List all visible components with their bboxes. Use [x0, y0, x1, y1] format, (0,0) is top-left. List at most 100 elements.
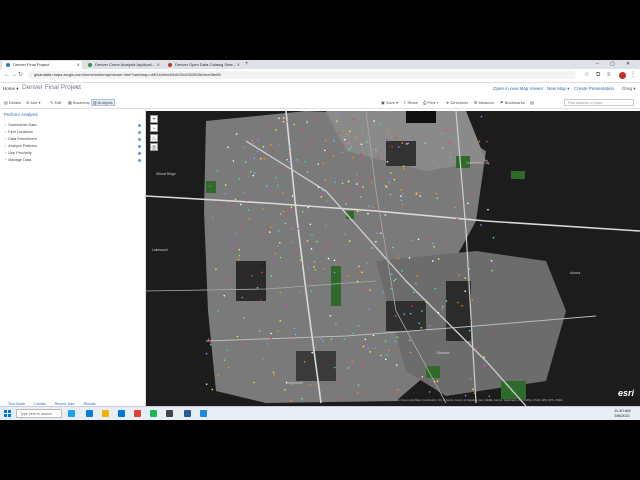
- crime-point[interactable]: [205, 383, 208, 385]
- crime-point[interactable]: [368, 205, 371, 208]
- crime-point[interactable]: [249, 157, 252, 159]
- panel-item-use-proximity[interactable]: › Use Proximity: [5, 151, 32, 155]
- crime-point[interactable]: [407, 142, 410, 145]
- crime-point[interactable]: [393, 279, 395, 282]
- find-address-input[interactable]: Find address or place: [564, 99, 634, 106]
- crime-point[interactable]: [238, 177, 241, 180]
- crime-point[interactable]: [276, 245, 279, 247]
- crime-point[interactable]: [274, 252, 277, 255]
- crime-point[interactable]: [449, 141, 451, 144]
- crime-point[interactable]: [447, 128, 450, 131]
- file-explorer-icon[interactable]: [102, 410, 109, 417]
- crime-point[interactable]: [485, 140, 488, 143]
- crime-point[interactable]: [335, 323, 337, 325]
- crime-point[interactable]: [392, 246, 394, 249]
- crime-point[interactable]: [400, 199, 403, 202]
- crime-point[interactable]: [234, 232, 237, 235]
- crime-point[interactable]: [270, 144, 272, 146]
- crime-point[interactable]: [369, 351, 372, 353]
- crime-point[interactable]: [346, 189, 349, 191]
- crime-point[interactable]: [333, 366, 336, 369]
- crime-point[interactable]: [387, 129, 390, 132]
- crime-point[interactable]: [337, 116, 339, 119]
- crime-point[interactable]: [379, 232, 382, 235]
- close-tab-icon[interactable]: ✕: [157, 61, 160, 69]
- crime-point[interactable]: [473, 392, 476, 394]
- crime-point[interactable]: [243, 192, 246, 194]
- crime-point[interactable]: [293, 327, 296, 330]
- crime-point[interactable]: [262, 145, 265, 148]
- crime-point[interactable]: [401, 270, 403, 272]
- crime-point[interactable]: [376, 208, 378, 211]
- crime-point[interactable]: [390, 273, 393, 275]
- crime-point[interactable]: [226, 280, 228, 283]
- crime-point[interactable]: [494, 265, 497, 268]
- crime-point[interactable]: [359, 153, 362, 155]
- crime-point[interactable]: [365, 262, 368, 264]
- crime-point[interactable]: [384, 358, 387, 361]
- crime-point[interactable]: [299, 259, 302, 261]
- crime-point[interactable]: [357, 271, 360, 274]
- crime-point[interactable]: [345, 282, 347, 285]
- crime-point[interactable]: [245, 199, 248, 202]
- basemap-gallery-toggle[interactable]: ▤: [530, 100, 534, 105]
- crime-point[interactable]: [360, 143, 363, 146]
- url-field[interactable]: gisandata.maps.arcgis.com/home/webmap/vi…: [28, 71, 576, 79]
- crime-point[interactable]: [362, 186, 364, 188]
- new-tab-button[interactable]: +: [245, 60, 249, 69]
- crime-point[interactable]: [348, 240, 351, 242]
- crime-point[interactable]: [239, 203, 242, 206]
- create-presentation-link[interactable]: Create Presentation: [574, 86, 614, 91]
- crime-point[interactable]: [307, 267, 310, 270]
- crime-point[interactable]: [322, 267, 325, 270]
- crime-point[interactable]: [357, 384, 360, 386]
- crime-point[interactable]: [375, 240, 377, 243]
- crime-point[interactable]: [279, 242, 281, 244]
- crime-point[interactable]: [406, 143, 408, 145]
- crime-point[interactable]: [310, 290, 313, 293]
- crime-point[interactable]: [381, 291, 384, 294]
- crime-point[interactable]: [223, 294, 226, 297]
- crime-point[interactable]: [278, 143, 281, 146]
- crime-point[interactable]: [270, 275, 273, 277]
- crime-point[interactable]: [322, 162, 325, 165]
- analysis-button[interactable]: ▥ Analysis: [91, 99, 115, 106]
- crime-point[interactable]: [480, 224, 482, 226]
- crime-point[interactable]: [339, 132, 341, 134]
- crime-point[interactable]: [234, 198, 237, 201]
- crime-point[interactable]: [333, 259, 336, 262]
- crime-point[interactable]: [346, 198, 349, 201]
- crime-point[interactable]: [279, 213, 282, 215]
- crime-point[interactable]: [327, 149, 330, 152]
- locate-button[interactable]: ◎: [150, 143, 158, 151]
- crime-point[interactable]: [470, 319, 472, 322]
- crime-point[interactable]: [436, 380, 439, 383]
- panel-item-data-enrichment[interactable]: › Data Enrichment: [5, 137, 37, 141]
- crime-point[interactable]: [290, 399, 293, 402]
- crime-point[interactable]: [322, 340, 324, 342]
- crime-point[interactable]: [224, 184, 227, 186]
- crime-point[interactable]: [355, 136, 358, 139]
- crime-point[interactable]: [442, 305, 444, 308]
- user-menu[interactable]: Greg ▾: [622, 86, 636, 92]
- help-icon[interactable]: [138, 159, 141, 162]
- tab-open-data-catalog[interactable]: Denver Open Data Catalog Sear... ✕: [164, 61, 242, 69]
- crime-point[interactable]: [324, 139, 327, 142]
- crime-point[interactable]: [352, 332, 354, 335]
- crime-point[interactable]: [241, 226, 243, 229]
- crime-point[interactable]: [384, 184, 386, 187]
- crime-point[interactable]: [366, 345, 369, 347]
- crime-point[interactable]: [286, 120, 288, 123]
- crime-point[interactable]: [327, 257, 330, 260]
- edit-title-icon[interactable]: ✎: [75, 85, 79, 91]
- chrome-icon[interactable]: [134, 410, 141, 417]
- crime-point[interactable]: [432, 260, 434, 262]
- basemap-button[interactable]: ▦ Basemap: [68, 100, 90, 105]
- crime-point[interactable]: [454, 206, 457, 209]
- crime-point[interactable]: [262, 358, 265, 361]
- help-icon[interactable]: [138, 152, 141, 155]
- crime-point[interactable]: [367, 347, 369, 350]
- crime-point[interactable]: [310, 139, 313, 141]
- crime-point[interactable]: [338, 379, 341, 382]
- crime-point[interactable]: [226, 349, 229, 352]
